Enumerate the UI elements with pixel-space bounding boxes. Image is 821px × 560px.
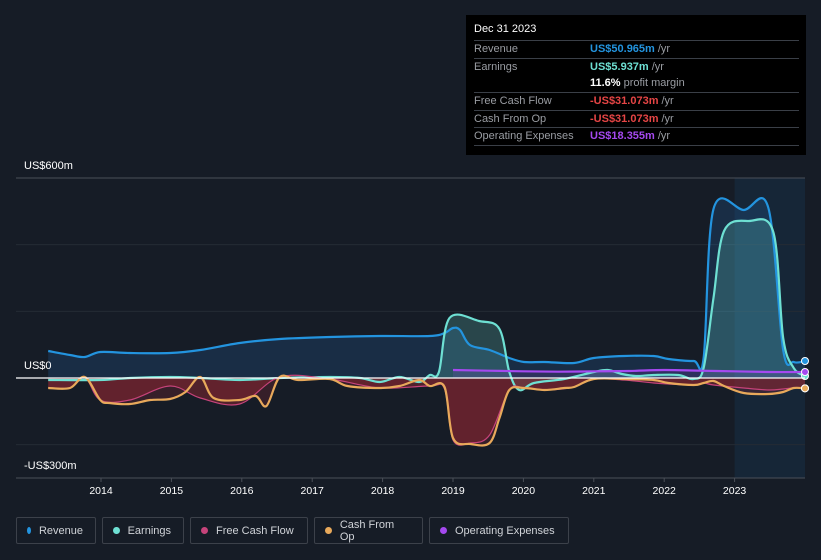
legend-label: Revenue <box>38 524 83 537</box>
tooltip-label: Cash From Op <box>474 112 547 125</box>
tooltip-value: -US$31.073m <box>590 112 659 125</box>
tooltip-unit: profit margin <box>623 77 685 90</box>
legend: Revenue Earnings Free Cash Flow Cash Fro… <box>16 517 569 544</box>
tooltip-label: Revenue <box>474 43 519 55</box>
x-tick-label: 2022 <box>653 485 677 497</box>
x-tick-label: 2018 <box>371 485 395 497</box>
tooltip-date: Dec 31 2023 <box>474 23 799 41</box>
legend-label: Earnings <box>127 524 171 537</box>
operating-expenses-endpoint <box>801 368 809 376</box>
legend-label: Cash From Op <box>339 518 395 543</box>
cash-from-op-endpoint <box>801 384 809 393</box>
legend-item-revenue[interactable]: Revenue <box>16 517 96 544</box>
revenue-dot-icon <box>27 527 31 534</box>
legend-item-operating-expenses[interactable]: Operating Expenses <box>429 517 569 544</box>
x-tick-label: 2020 <box>512 485 536 497</box>
x-tick-label: 2019 <box>441 485 465 497</box>
tooltip-label: Operating Expenses <box>474 130 574 143</box>
x-tick-label: 2016 <box>230 485 254 497</box>
y-tick-label-top: US$600m <box>24 160 73 172</box>
tooltip-value: US$18.355m <box>590 130 655 143</box>
tooltip-label <box>474 75 590 92</box>
tooltip-value: -US$31.073m <box>590 95 659 108</box>
legend-label: Free Cash Flow <box>216 524 294 537</box>
tooltip-unit: /yr <box>651 60 664 73</box>
tooltip-value: US$5.937m <box>590 60 649 73</box>
tooltip-label: Earnings <box>474 60 518 73</box>
tooltip-unit: /yr <box>657 43 671 55</box>
x-tick-label: 2014 <box>89 485 113 497</box>
tooltip-row-revenue: Revenue US$50.965m /yr <box>474 41 799 59</box>
legend-item-free-cash-flow[interactable]: Free Cash Flow <box>190 517 308 544</box>
operating-expenses-dot-icon <box>440 527 447 534</box>
tooltip-row-free-cash-flow: Free Cash Flow -US$31.073m /yr <box>474 93 799 111</box>
tooltip-row-earnings: Earnings US$5.937m /yr <box>474 59 799 76</box>
tooltip-row-cash-from-op: Cash From Op -US$31.073m /yr <box>474 111 799 129</box>
x-tick-label: 2023 <box>723 485 747 497</box>
legend-item-earnings[interactable]: Earnings <box>102 517 184 544</box>
earnings-dot-icon <box>113 527 120 534</box>
legend-item-cash-from-op[interactable]: Cash From Op <box>314 517 423 544</box>
free-cash-flow-dot-icon <box>201 527 208 534</box>
legend-label: Operating Expenses <box>455 524 555 537</box>
tooltip-unit: /yr <box>661 95 674 108</box>
revenue-endpoint <box>801 357 809 365</box>
tooltip-value: US$50.965m <box>590 43 655 55</box>
tooltip-row-operating-expenses: Operating Expenses US$18.355m /yr <box>474 128 799 147</box>
y-tick-label-zero: US$0 <box>24 360 52 372</box>
tooltip-value: 11.6% <box>590 77 621 90</box>
x-tick-label: 2021 <box>582 485 606 497</box>
revenue-area <box>48 198 805 378</box>
tooltip-label: Free Cash Flow <box>474 95 552 108</box>
cash-from-op-dot-icon <box>325 527 332 534</box>
y-tick-label-bottom: -US$300m <box>24 460 77 472</box>
tooltip-row-profit-margin: 11.6% profit margin <box>474 75 799 94</box>
tooltip: Dec 31 2023 Revenue US$50.965m /yr Earni… <box>466 15 806 155</box>
x-tick-label: 2015 <box>160 485 184 497</box>
x-tick-label: 2017 <box>301 485 325 497</box>
tooltip-unit: /yr <box>661 112 674 125</box>
tooltip-unit: /yr <box>657 130 671 143</box>
